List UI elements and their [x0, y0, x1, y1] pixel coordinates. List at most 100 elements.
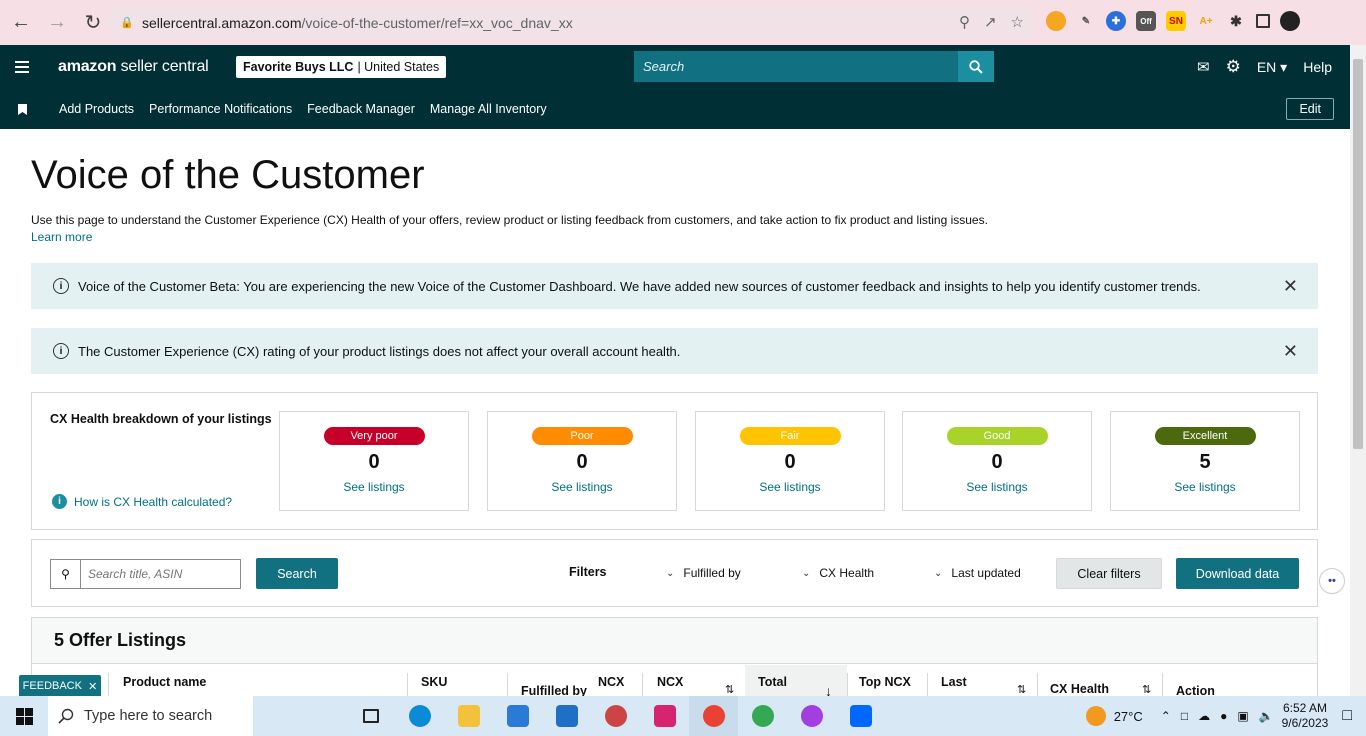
- extension-icon[interactable]: Off: [1136, 11, 1156, 31]
- taskbar-apps: [346, 696, 885, 736]
- nav-feedback-manager[interactable]: Feedback Manager: [307, 102, 415, 116]
- sort-down-icon[interactable]: ↓: [825, 683, 832, 696]
- browser-toolbar: ← → ↻ 🔒 sellercentral.amazon.com/voice-o…: [0, 0, 1366, 45]
- cx-health-dropdown[interactable]: ⌄ CX Health: [802, 566, 874, 580]
- feedback-tab[interactable]: FEEDBACK ✕: [19, 675, 101, 697]
- seller-central-logo[interactable]: amazon seller central: [58, 58, 209, 76]
- header-search-button[interactable]: [958, 51, 994, 82]
- taskbar-search[interactable]: Type here to search: [48, 696, 253, 736]
- mail-icon[interactable]: ✉: [1197, 58, 1210, 76]
- assistant-bubble-icon[interactable]: ••: [1319, 568, 1345, 594]
- chrome-profile-icon[interactable]: [738, 696, 787, 736]
- url-domain: sellercentral.amazon.com: [142, 15, 302, 31]
- fulfilled-by-dropdown[interactable]: ⌄ Fulfilled by: [666, 566, 741, 580]
- extension-icon[interactable]: [1046, 11, 1066, 31]
- chrome-icon[interactable]: [689, 696, 738, 736]
- reload-icon[interactable]: ↻: [78, 8, 108, 38]
- language-selector[interactable]: EN ▾: [1257, 59, 1287, 76]
- col-ncx-rate[interactable]: NCX: [598, 675, 624, 689]
- onedrive-icon[interactable]: ☁: [1198, 709, 1210, 723]
- notification-icon[interactable]: □: [1342, 707, 1352, 725]
- sort-icon[interactable]: ⇅: [1017, 683, 1026, 696]
- close-icon[interactable]: ✕: [1283, 341, 1298, 362]
- page-scrollbar[interactable]: [1350, 45, 1366, 696]
- bookmark-icon[interactable]: [0, 103, 44, 115]
- listing-search-field[interactable]: ⚲: [50, 559, 241, 589]
- info-icon: i: [52, 494, 67, 509]
- clear-filters-button[interactable]: Clear filters: [1056, 558, 1162, 589]
- seller-central-header: amazon seller central Favorite Buys LLC |…: [0, 45, 1350, 89]
- forward-arrow-icon[interactable]: →: [42, 8, 72, 38]
- download-data-button[interactable]: Download data: [1176, 558, 1299, 589]
- meet-icon[interactable]: □: [1181, 709, 1188, 723]
- col-last-updated[interactable]: Last: [941, 675, 967, 689]
- temperature[interactable]: 27°C: [1114, 709, 1143, 724]
- edit-nav-button[interactable]: Edit: [1286, 98, 1334, 120]
- profile-avatar[interactable]: [1280, 11, 1300, 31]
- app-icon[interactable]: [591, 696, 640, 736]
- see-listings-link[interactable]: See listings: [488, 480, 676, 494]
- close-icon[interactable]: ✕: [1283, 276, 1298, 297]
- edge-icon[interactable]: [395, 696, 444, 736]
- see-listings-link[interactable]: See listings: [696, 480, 884, 494]
- extension-icon[interactable]: SN: [1166, 11, 1186, 31]
- windows-start-icon[interactable]: [0, 707, 48, 725]
- address-bar[interactable]: 🔒 sellercentral.amazon.com/voice-of-the-…: [108, 7, 1034, 39]
- messenger-icon[interactable]: [787, 696, 836, 736]
- task-view-icon[interactable]: [346, 696, 395, 736]
- network-icon[interactable]: ▣: [1237, 709, 1248, 723]
- wps-icon[interactable]: [640, 696, 689, 736]
- col-fulfilled-by[interactable]: Fulfilled by: [521, 684, 587, 696]
- clock[interactable]: 6:52 AM 9/6/2023: [1282, 701, 1329, 731]
- help-link[interactable]: Help: [1303, 59, 1332, 75]
- see-listings-link[interactable]: See listings: [1111, 480, 1299, 494]
- col-ncx-orders[interactable]: NCX: [657, 675, 683, 689]
- search-button[interactable]: Search: [256, 558, 338, 589]
- cx-health-count: 0: [784, 451, 796, 473]
- volume-icon[interactable]: 🔈: [1259, 709, 1274, 723]
- sort-icon[interactable]: ⇅: [1142, 683, 1151, 696]
- weather-icon[interactable]: [1085, 706, 1106, 726]
- see-listings-link[interactable]: See listings: [280, 480, 468, 494]
- page-title: Voice of the Customer: [31, 153, 425, 197]
- bookmark-star-icon[interactable]: ☆: [1011, 13, 1024, 31]
- system-tray: 27°C ⌃ □ ☁ ● ▣ 🔈 6:52 AM 9/6/2023 □: [1085, 696, 1366, 736]
- puzzle-icon[interactable]: ✱: [1226, 11, 1246, 31]
- close-icon[interactable]: ✕: [88, 680, 97, 693]
- sidepanel-icon[interactable]: [1256, 14, 1270, 28]
- nav-add-products[interactable]: Add Products: [59, 102, 134, 116]
- see-listings-link[interactable]: See listings: [903, 480, 1091, 494]
- extension-icon[interactable]: A+: [1196, 11, 1216, 31]
- account-switcher[interactable]: Favorite Buys LLC | United States: [236, 56, 447, 78]
- col-total[interactable]: Total: [758, 675, 787, 689]
- gear-icon[interactable]: ⚙: [1226, 57, 1241, 77]
- col-product-name[interactable]: Product name: [123, 675, 206, 689]
- listing-search-input[interactable]: [81, 567, 231, 581]
- col-top-ncx[interactable]: Top NCX: [859, 675, 911, 689]
- offer-listings-table: 5 Offer Listings Product name SKU Fulfil…: [31, 617, 1318, 696]
- cx-health-help-link[interactable]: i How is CX Health calculated?: [52, 494, 232, 509]
- extension-icon[interactable]: ✚: [1106, 11, 1126, 31]
- header-search-input[interactable]: Search: [634, 51, 958, 82]
- sort-icon[interactable]: ⇅: [725, 683, 734, 696]
- mail-app-icon[interactable]: [542, 696, 591, 736]
- learn-more-link[interactable]: Learn more: [31, 230, 92, 244]
- extension-icon[interactable]: ✎: [1076, 11, 1096, 31]
- chevron-up-icon[interactable]: ⌃: [1161, 709, 1171, 723]
- last-updated-dropdown[interactable]: ⌄ Last updated: [934, 566, 1021, 580]
- zalo-icon[interactable]: [836, 696, 885, 736]
- back-arrow-icon[interactable]: ←: [6, 8, 36, 38]
- col-sku[interactable]: SKU: [421, 675, 447, 689]
- col-action[interactable]: Action: [1176, 684, 1215, 696]
- share-icon[interactable]: ↗: [984, 13, 997, 31]
- microphone-icon[interactable]: ●: [1220, 709, 1227, 723]
- file-explorer-icon[interactable]: [444, 696, 493, 736]
- cx-health-card: Very poor 0 See listings: [279, 411, 469, 511]
- cx-health-card: Poor 0 See listings: [487, 411, 677, 511]
- nav-manage-all-inventory[interactable]: Manage All Inventory: [430, 102, 547, 116]
- menu-icon[interactable]: [0, 61, 44, 73]
- col-cx-health[interactable]: CX Health: [1050, 682, 1109, 696]
- store-icon[interactable]: [493, 696, 542, 736]
- nav-performance-notifications[interactable]: Performance Notifications: [149, 102, 292, 116]
- zoom-icon[interactable]: ⚲: [959, 13, 970, 31]
